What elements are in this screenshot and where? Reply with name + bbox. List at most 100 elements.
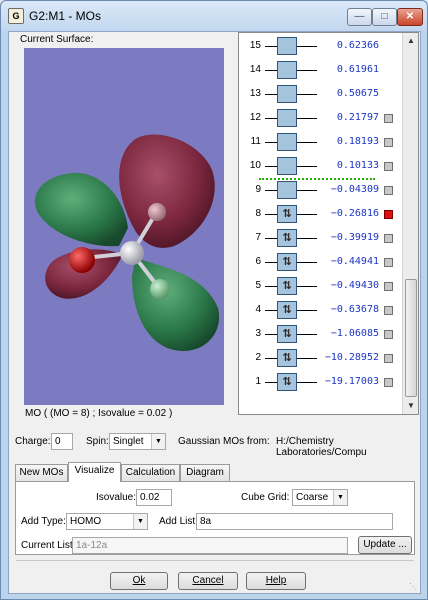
spin-select[interactable]: Singlet ▼ <box>109 433 166 450</box>
mo-select-box[interactable] <box>384 354 393 363</box>
visualize-panel: Isovalue: 0.02 Cube Grid: Coarse ▼ Add T… <box>15 481 415 555</box>
isovalue-input[interactable]: 0.02 <box>136 489 172 506</box>
mo-row[interactable]: 11 0.18193 <box>239 132 401 152</box>
mo-row[interactable]: 8 ⇅ −0.26816 <box>239 204 401 224</box>
source-path: H:/Chemistry Laboratories/Compu <box>276 436 367 458</box>
window-title: G2:M1 - MOs <box>29 9 102 23</box>
empty-orbital-icon[interactable] <box>277 133 297 151</box>
orbital-surface-render <box>35 134 220 351</box>
title-bar[interactable]: G G2:M1 - MOs — □ ✕ <box>1 1 427 31</box>
scroll-up-arrow-icon[interactable]: ▲ <box>403 33 418 49</box>
mo-select-box[interactable] <box>384 258 393 267</box>
tab-visualize[interactable]: Visualize <box>68 462 121 482</box>
mo-energy: −0.63678 <box>330 304 379 315</box>
mo-row[interactable]: 4 ⇅ −0.63678 <box>239 300 401 320</box>
mo-select-box[interactable] <box>384 234 393 243</box>
mo-row[interactable]: 12 0.21797 <box>239 108 401 128</box>
mo-number: 2 <box>255 352 261 363</box>
mo-select-box[interactable] <box>384 210 393 219</box>
charge-label: Charge: <box>15 436 51 447</box>
mo-select-box[interactable] <box>384 306 393 315</box>
mo-select-box[interactable] <box>384 186 393 195</box>
tab-new-mos[interactable]: New MOs <box>15 464 68 481</box>
tab-calculation[interactable]: Calculation <box>121 464 180 481</box>
mo-number: 14 <box>249 64 261 75</box>
add-type-value: HOMO <box>70 516 102 527</box>
empty-orbital-icon[interactable] <box>277 109 297 127</box>
orbital-surface-view[interactable] <box>24 48 224 405</box>
mo-row[interactable]: 1 ⇅ −19.17003 <box>239 372 401 392</box>
mo-number: 15 <box>249 40 261 51</box>
empty-orbital-icon[interactable] <box>277 181 297 199</box>
occupied-electron-pair-icon[interactable]: ⇅ <box>277 229 297 247</box>
scroll-down-arrow-icon[interactable]: ▼ <box>403 398 418 414</box>
mo-select-box[interactable] <box>384 114 393 123</box>
mo-number: 13 <box>249 88 261 99</box>
mo-energy: −0.49430 <box>330 280 379 291</box>
mo-row[interactable]: 15 0.62366 <box>239 36 401 56</box>
footer-divider <box>16 560 414 561</box>
mo-row[interactable]: 6 ⇅ −0.44941 <box>239 252 401 272</box>
homo-lumo-divider <box>259 178 375 180</box>
ok-button[interactable]: Ok <box>110 572 168 590</box>
close-button[interactable]: ✕ <box>397 8 423 26</box>
mo-select-box[interactable] <box>384 282 393 291</box>
add-list-label: Add List: <box>159 516 198 527</box>
add-type-label: Add Type: <box>21 516 66 527</box>
charge-input[interactable]: 0 <box>51 433 73 450</box>
occupied-electron-pair-icon[interactable]: ⇅ <box>277 325 297 343</box>
empty-orbital-icon[interactable] <box>277 61 297 79</box>
empty-orbital-icon[interactable] <box>277 157 297 175</box>
resize-grip-icon[interactable]: ⋱ <box>409 582 417 591</box>
isovalue-label: Isovalue: <box>96 492 137 503</box>
mo-select-box[interactable] <box>384 330 393 339</box>
occupied-electron-pair-icon[interactable]: ⇅ <box>277 205 297 223</box>
mo-energy-list[interactable]: 15 0.62366 14 0.61961 13 0.50675 12 0.21797 11 0.… <box>238 32 419 415</box>
mo-energy: −0.39919 <box>330 232 379 243</box>
scroll-thumb[interactable] <box>405 279 417 397</box>
mo-row[interactable]: 10 0.10133 <box>239 156 401 176</box>
mo-select-box[interactable] <box>384 138 393 147</box>
tab-diagram[interactable]: Diagram <box>180 464 230 481</box>
chevron-down-icon[interactable]: ▼ <box>133 514 147 529</box>
mo-number: 5 <box>255 280 261 291</box>
chevron-down-icon[interactable]: ▼ <box>151 434 165 449</box>
mo-select-box[interactable] <box>384 378 393 387</box>
mo-number: 11 <box>250 136 261 147</box>
occupied-electron-pair-icon[interactable]: ⇅ <box>277 253 297 271</box>
occupied-electron-pair-icon[interactable]: ⇅ <box>277 301 297 319</box>
mo-energy: −0.44941 <box>330 256 379 267</box>
cancel-button[interactable]: Cancel <box>178 572 238 590</box>
minimize-button[interactable]: — <box>347 8 372 26</box>
mo-row[interactable]: 3 ⇅ −1.06085 <box>239 324 401 344</box>
mo-list-scrollbar[interactable]: ▲ ▼ <box>402 33 418 414</box>
occupied-electron-pair-icon[interactable]: ⇅ <box>277 349 297 367</box>
mo-number: 4 <box>255 304 261 315</box>
empty-orbital-icon[interactable] <box>277 85 297 103</box>
add-list-input[interactable]: 8a <box>196 513 393 530</box>
mo-row[interactable]: 7 ⇅ −0.39919 <box>239 228 401 248</box>
occupied-electron-pair-icon[interactable]: ⇅ <box>277 373 297 391</box>
mo-energy: −19.17003 <box>324 376 379 387</box>
help-button[interactable]: Help <box>246 572 306 590</box>
mo-row[interactable]: 2 ⇅ −10.28952 <box>239 348 401 368</box>
mo-energy: 0.50675 <box>336 88 379 99</box>
add-type-select[interactable]: HOMO ▼ <box>66 513 148 530</box>
mo-row[interactable]: 14 0.61961 <box>239 60 401 80</box>
mo-number: 3 <box>255 328 261 339</box>
cube-grid-select[interactable]: Coarse ▼ <box>292 489 348 506</box>
mo-number: 10 <box>249 160 261 171</box>
update-button[interactable]: Update ... <box>358 536 412 554</box>
chevron-down-icon[interactable]: ▼ <box>333 490 347 505</box>
empty-orbital-icon[interactable] <box>277 37 297 55</box>
spin-value: Singlet <box>113 436 144 447</box>
mo-row[interactable]: 5 ⇅ −0.49430 <box>239 276 401 296</box>
mo-row[interactable]: 9 −0.04309 <box>239 180 401 200</box>
occupied-electron-pair-icon[interactable]: ⇅ <box>277 277 297 295</box>
maximize-button[interactable]: □ <box>372 8 397 26</box>
mo-energy: −1.06085 <box>330 328 379 339</box>
mo-select-box[interactable] <box>384 162 393 171</box>
mo-number: 8 <box>255 208 261 219</box>
mo-row[interactable]: 13 0.50675 <box>239 84 401 104</box>
tab-strip: New MOs Visualize Calculation Diagram <box>15 462 415 482</box>
